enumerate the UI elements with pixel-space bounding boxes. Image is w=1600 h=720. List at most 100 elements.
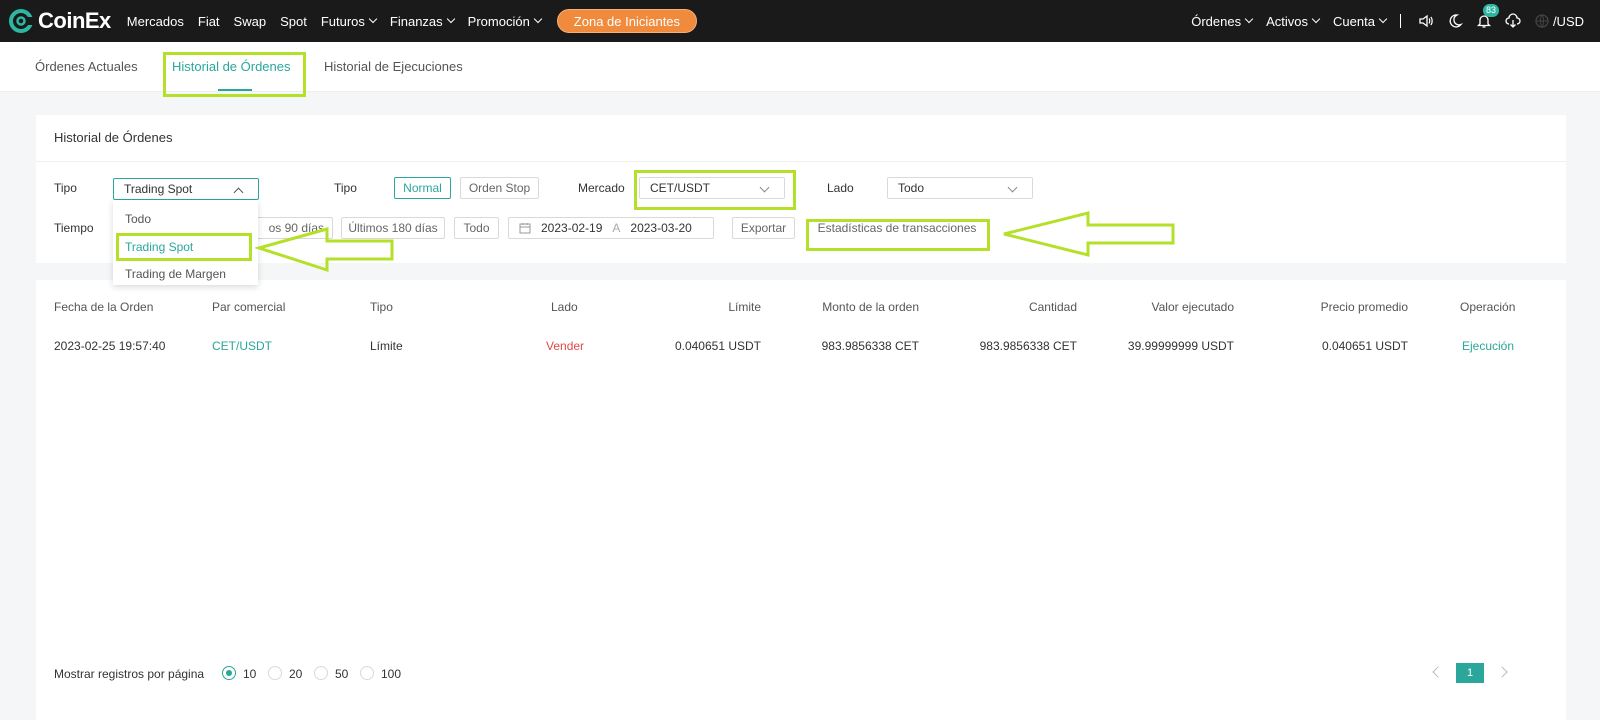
bell-icon[interactable]: 83 [1475,4,1499,30]
tiempo-todo[interactable]: Todo [454,217,499,239]
chevron-down-icon [446,14,455,24]
chevron-down-icon [1378,14,1388,24]
dropdown-option-trading-spot[interactable]: Trading Spot [125,240,193,254]
exportar-button[interactable]: Exportar [732,217,795,239]
tab-historial-ordenes[interactable]: Historial de Órdenes [172,59,291,74]
currency-selector[interactable]: /USD [1553,14,1584,29]
nav-promocion[interactable]: Promoción [467,13,543,29]
normal-button[interactable]: Normal [394,177,451,199]
per-page-label-10: 10 [243,667,257,681]
page-number-current[interactable]: 1 [1456,663,1484,683]
cell-monto: 983.9856338 CET [821,339,919,353]
chevron-up-icon [233,187,244,198]
col-par: Par comercial [212,300,286,314]
tipo-select[interactable]: Trading Spot [113,178,259,200]
chevron-down-icon [368,14,378,24]
chevron-down-icon [1244,14,1254,24]
col-monto: Monto de la orden [822,300,919,314]
date-separator: A [612,221,621,235]
chevron-down-icon [533,14,543,24]
tipo-select-value: Trading Spot [124,182,193,196]
col-tipo: Tipo [370,300,393,314]
tipo-label: Tipo [54,181,77,195]
moon-icon[interactable] [1446,12,1464,30]
tipo-dropdown-menu: Todo Trading Spot Trading de Margen [113,200,258,285]
cell-par-link[interactable]: CET/USDT [212,339,272,353]
date-range-picker[interactable]: 2023-02-19 A 2023-03-20 [508,217,714,239]
orders-table-card: Fecha de la Orden Par comercial Tipo Lad… [36,280,1566,720]
orden-stop-button[interactable]: Orden Stop [460,177,539,199]
arrow-left-icon [1003,211,1175,257]
tab-ordenes-actuales[interactable]: Órdenes Actuales [35,59,138,74]
nav-swap[interactable]: Swap [234,14,267,29]
nav-finanzas[interactable]: Finanzas [389,13,455,29]
cell-ejecucion-link[interactable]: Ejecución [1462,339,1514,353]
logo-text: CoinEx [38,8,111,33]
nav-promocion-label: Promoción [467,13,530,29]
lado-select-value: Todo [898,181,925,195]
calendar-icon [519,223,531,234]
cell-lado: Vender [546,339,585,353]
next-page-icon[interactable] [1496,666,1508,678]
lado-label: Lado [827,181,854,195]
nav-mercados[interactable]: Mercados [127,14,184,29]
col-fecha: Fecha de la Orden [54,300,154,314]
notification-badge: 83 [1482,4,1499,17]
arrow-left-icon [255,227,394,273]
nav-cuenta-label: Cuenta [1333,13,1375,29]
estadisticas-button[interactable]: Estadísticas de transacciones [807,217,987,239]
mercado-select-value: CET/USDT [650,181,710,195]
tiempo-label: Tiempo [54,221,94,235]
order-subtabs: Órdenes Actuales Historial de Órdenes Hi… [0,42,1600,92]
per-page-radio-10[interactable] [222,666,236,680]
mercado-select[interactable]: CET/USDT [639,177,785,199]
coinex-logo[interactable]: CoinEx [8,8,111,34]
col-lado: Lado [551,300,578,314]
sound-icon[interactable] [1417,12,1435,30]
date-from: 2023-02-19 [541,221,603,235]
dropdown-option-trading-margen[interactable]: Trading de Margen [125,267,226,281]
nav-ordenes[interactable]: Órdenes [1191,13,1254,29]
col-cantidad: Cantidad [1028,300,1077,314]
per-page-label-100: 100 [381,667,402,681]
per-page-label: Mostrar registros por página [54,667,205,681]
chevron-down-icon [1007,182,1018,193]
cell-tipo: Límite [370,339,403,353]
nav-spot[interactable]: Spot [280,14,307,29]
cell-cantidad: 983.9856338 CET [979,339,1077,353]
nav-activos[interactable]: Activos [1266,13,1321,29]
card-divider [36,161,1566,162]
nav-cuenta[interactable]: Cuenta [1333,13,1388,29]
col-limite: Límite [728,300,761,314]
mercado-label: Mercado [578,181,625,195]
per-page-label-50: 50 [335,667,349,681]
tab-historial-ejecuciones[interactable]: Historial de Ejecuciones [324,59,463,74]
nav-finanzas-label: Finanzas [389,13,443,29]
nav-futuros-label: Futuros [320,13,365,29]
download-icon[interactable] [1504,12,1522,30]
per-page-radio-20[interactable] [268,666,282,680]
cell-valor: 39.99999999 USDT [1127,339,1234,353]
nav-fiat[interactable]: Fiat [198,14,220,29]
nav-separator [1399,14,1401,28]
cell-limite: 0.040651 USDT [674,339,761,353]
filter-card-title: Historial de Órdenes [54,130,173,145]
lado-select[interactable]: Todo [887,177,1033,199]
coinex-logo-icon [9,9,34,33]
date-to: 2023-03-20 [630,221,692,235]
globe-icon[interactable] [1533,12,1551,30]
col-precio: Precio promedio [1320,300,1408,314]
dropdown-option-todo[interactable]: Todo [125,212,151,226]
nav-futuros[interactable]: Futuros [320,13,378,29]
chevron-down-icon [1311,14,1321,24]
zona-iniciantes-button[interactable]: Zona de Iniciantes [556,9,698,33]
per-page-label-20: 20 [289,667,303,681]
per-page-radio-100[interactable] [360,666,374,680]
prev-page-icon[interactable] [1432,666,1444,678]
nav-activos-label: Activos [1266,13,1309,29]
col-operacion: Operación [1460,300,1516,314]
col-valor: Valor ejecutado [1151,300,1235,314]
top-navbar: CoinEx Mercados Fiat Swap Spot Futuros F… [0,0,1600,42]
nav-ordenes-label: Órdenes [1191,13,1242,29]
per-page-radio-50[interactable] [314,666,328,680]
